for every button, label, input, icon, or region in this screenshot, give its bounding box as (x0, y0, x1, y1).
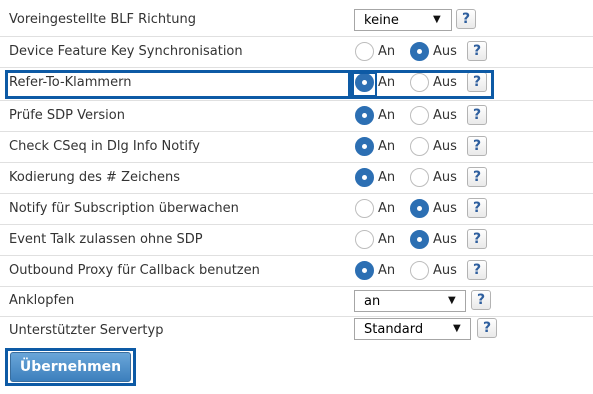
radio-an[interactable] (355, 199, 374, 218)
radio-aus[interactable] (410, 137, 429, 156)
row-refer-to-klammern: Refer-To-Klammern An Aus ? (0, 68, 593, 98)
help-icon[interactable]: ? (467, 229, 487, 249)
help-icon[interactable]: ? (471, 290, 491, 310)
radio-an-label: An (378, 263, 396, 278)
help-icon[interactable]: ? (467, 167, 487, 187)
help-icon[interactable]: ? (467, 198, 487, 218)
radio-an[interactable] (355, 106, 374, 125)
select-value: keine (364, 13, 399, 28)
radio-an-label: An (378, 170, 396, 185)
help-icon[interactable]: ? (467, 41, 487, 61)
row-label: Voreingestellte BLF Richtung (9, 12, 196, 27)
radio-an-label: An (378, 201, 396, 216)
radio-an[interactable] (355, 42, 374, 61)
radio-aus[interactable] (410, 168, 429, 187)
radio-aus-label: Aus (433, 44, 457, 59)
chevron-down-icon: ▼ (448, 295, 456, 306)
radio-aus[interactable] (410, 106, 429, 125)
help-icon[interactable]: ? (467, 260, 487, 280)
row-notify-subscription: Notify für Subscription überwachen An Au… (0, 194, 593, 224)
row-event-talk: Event Talk zulassen ohne SDP An Aus ? (0, 225, 593, 255)
row-label: Device Feature Key Synchronisation (9, 44, 243, 59)
blf-richtung-select[interactable]: keine ▼ (354, 9, 452, 31)
anklopfen-select[interactable]: an ▼ (354, 290, 466, 312)
radio-aus-label: Aus (433, 139, 457, 154)
row-pruefe-sdp-version: Prüfe SDP Version An Aus ? (0, 101, 593, 131)
row-label: Kodierung des # Zeichens (9, 170, 180, 185)
help-icon[interactable]: ? (467, 72, 487, 92)
radio-aus[interactable] (410, 199, 429, 218)
radio-aus-label: Aus (433, 108, 457, 123)
row-label: Refer-To-Klammern (9, 75, 132, 90)
row-kodierung-zeichen: Kodierung des # Zeichens An Aus ? (0, 163, 593, 193)
help-icon[interactable]: ? (467, 105, 487, 125)
radio-an[interactable] (355, 230, 374, 249)
row-label: Event Talk zulassen ohne SDP (9, 232, 203, 247)
row-outbound-proxy: Outbound Proxy für Callback benutzen An … (0, 256, 593, 286)
row-feature-key-sync: Device Feature Key Synchronisation An Au… (0, 37, 593, 67)
row-check-cseq: Check CSeq in Dlg Info Notify An Aus ? (0, 132, 593, 162)
radio-an-label: An (378, 108, 396, 123)
servertyp-select[interactable]: Standard ▼ (354, 318, 471, 340)
help-icon[interactable]: ? (456, 9, 476, 29)
select-value: Standard (364, 322, 424, 337)
row-label: Outbound Proxy für Callback benutzen (9, 263, 260, 278)
chevron-down-icon: ▼ (433, 14, 441, 25)
row-blf-richtung: Voreingestellte BLF Richtung keine ▼ ? (0, 5, 593, 35)
radio-aus[interactable] (410, 42, 429, 61)
submit-button[interactable]: Übernehmen (10, 352, 131, 382)
row-servertyp: Unterstützter Servertyp Standard ▼ ? (0, 316, 593, 346)
radio-an-label: An (378, 232, 396, 247)
row-label: Notify für Subscription überwachen (9, 201, 239, 216)
radio-aus-label: Aus (433, 170, 457, 185)
radio-aus[interactable] (410, 230, 429, 249)
radio-an[interactable] (355, 168, 374, 187)
row-label: Unterstützter Servertyp (9, 323, 164, 338)
row-label: Check CSeq in Dlg Info Notify (9, 139, 200, 154)
help-icon[interactable]: ? (477, 318, 497, 338)
radio-an-label: An (378, 75, 396, 90)
chevron-down-icon: ▼ (453, 323, 461, 334)
radio-an[interactable] (355, 73, 374, 92)
radio-an-label: An (378, 44, 396, 59)
select-value: an (364, 294, 381, 309)
radio-aus-label: Aus (433, 263, 457, 278)
row-label: Prüfe SDP Version (9, 108, 125, 123)
radio-an[interactable] (355, 261, 374, 280)
radio-aus[interactable] (410, 73, 429, 92)
help-icon[interactable]: ? (467, 136, 487, 156)
radio-aus-label: Aus (433, 75, 457, 90)
radio-aus-label: Aus (433, 201, 457, 216)
radio-an[interactable] (355, 137, 374, 156)
radio-aus[interactable] (410, 261, 429, 280)
row-label: Anklopfen (9, 293, 75, 308)
row-anklopfen: Anklopfen an ▼ ? (0, 286, 593, 316)
radio-aus-label: Aus (433, 232, 457, 247)
radio-an-label: An (378, 139, 396, 154)
